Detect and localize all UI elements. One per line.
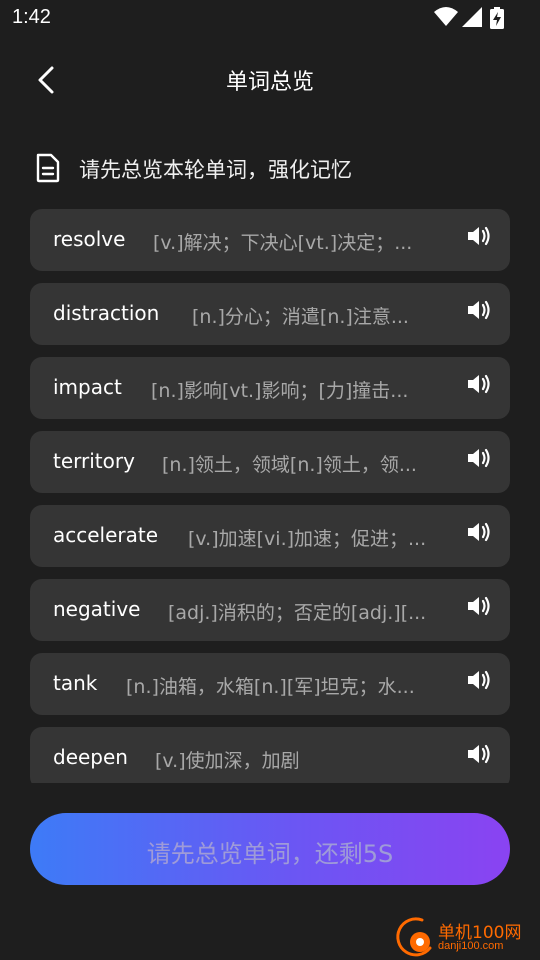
speaker-icon[interactable] (466, 225, 492, 247)
countdown-button[interactable]: 请先总览单词，还剩5S (30, 813, 510, 885)
page-title: 单词总览 (225, 70, 314, 95)
watermark-logo-icon (396, 917, 432, 957)
speaker-icon[interactable] (466, 299, 492, 321)
word-text: tank (53, 671, 98, 695)
word-text: negative (53, 597, 141, 621)
countdown-button-label: 请先总览单词，还剩5S (146, 840, 394, 868)
document-icon (36, 153, 60, 183)
speaker-icon[interactable] (466, 521, 492, 543)
word-text: impact (53, 375, 122, 399)
word-definition: [v.]使加深，加剧 (155, 750, 300, 772)
watermark: 单机100网 danji100.com (384, 917, 534, 958)
word-definition: [n.]影响[vt.]影响；[力]撞击... (151, 380, 409, 402)
status-time: 1:42 (12, 6, 51, 28)
word-definition: [v.]解决；下决心[vt.]决定；... (153, 232, 413, 254)
wifi-icon (434, 7, 458, 26)
word-definition: [adj.]消积的；否定的[adj.][... (168, 602, 427, 624)
word-card[interactable]: territory [n.]领土，领域[n.]领土，领... (30, 431, 510, 493)
watermark-url: danji100.com (438, 940, 504, 952)
word-card[interactable]: tank [n.]油箱，水箱[n.][军]坦克；水... (30, 653, 510, 715)
speaker-icon[interactable] (466, 373, 492, 395)
word-definition: [n.]领土，领域[n.]领土，领... (162, 454, 417, 476)
word-definition: [n.]油箱，水箱[n.][军]坦克；水... (126, 676, 415, 698)
word-definition: [v.]加速[vi.]加速；促进；... (188, 528, 427, 550)
hint-text: 请先总览本轮单词，强化记忆 (79, 158, 352, 182)
word-list[interactable]: resolve [v.]解决；下决心[vt.]决定；... distractio… (30, 209, 510, 783)
word-text: distraction (53, 301, 160, 325)
word-card[interactable]: impact [n.]影响[vt.]影响；[力]撞击... (30, 357, 510, 419)
speaker-icon[interactable] (466, 447, 492, 469)
battery-charging-icon (490, 7, 504, 29)
app-bar: 单词总览 (0, 50, 540, 110)
word-text: accelerate (53, 523, 159, 547)
word-text: resolve (53, 227, 126, 251)
speaker-icon[interactable] (466, 743, 492, 765)
word-text: deepen (53, 745, 128, 769)
word-card[interactable]: distraction [n.]分心；消遣[n.]注意... (30, 283, 510, 345)
word-card[interactable]: deepen [v.]使加深，加剧 (30, 727, 510, 783)
word-card[interactable]: resolve [v.]解决；下决心[vt.]决定；... (30, 209, 510, 271)
status-bar: 1:42 (0, 0, 540, 36)
speaker-icon[interactable] (466, 669, 492, 691)
word-definition: [n.]分心；消遣[n.]注意... (192, 306, 409, 328)
word-card[interactable]: accelerate [v.]加速[vi.]加速；促进；... (30, 505, 510, 567)
speaker-icon[interactable] (466, 595, 492, 617)
word-text: territory (53, 449, 135, 473)
word-card[interactable]: negative [adj.]消积的；否定的[adj.][... (30, 579, 510, 641)
cell-signal-icon (462, 7, 482, 27)
